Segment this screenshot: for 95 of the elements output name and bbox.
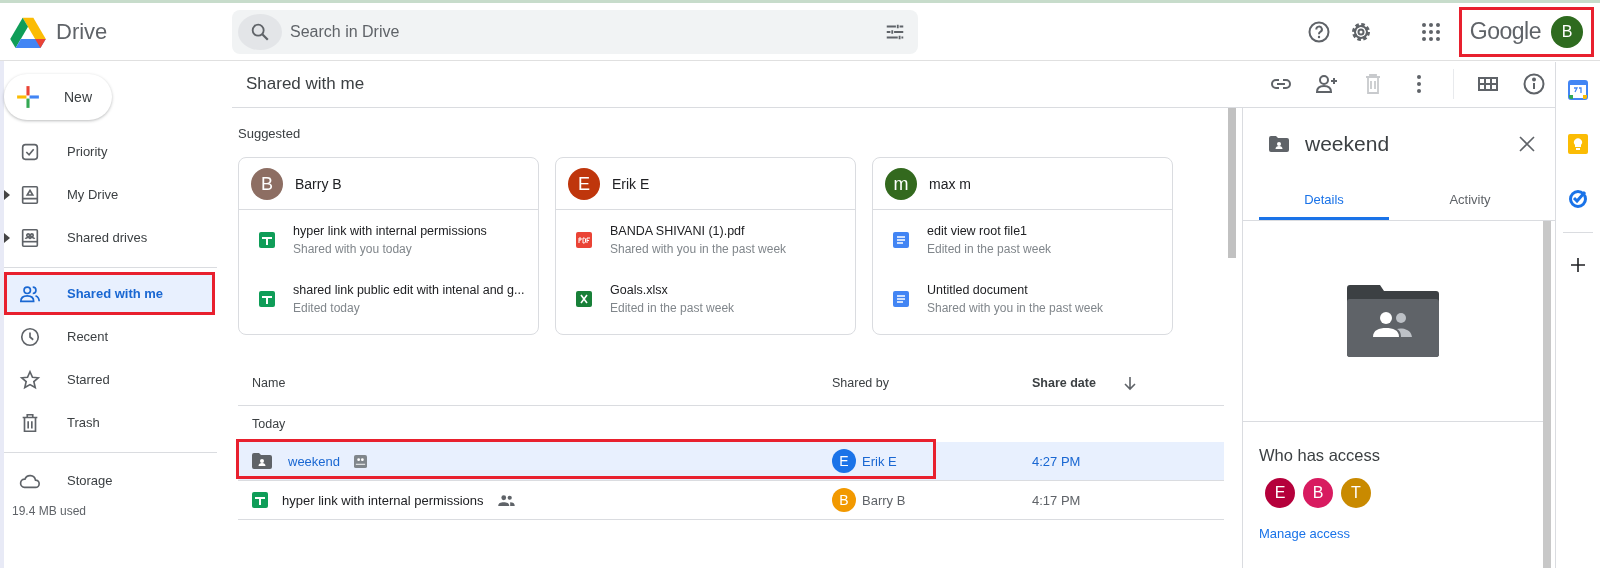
section-title: Who has access [1259, 446, 1382, 465]
share-date: 4:27 PM [1032, 453, 1082, 469]
person-avatar: E [568, 168, 600, 200]
details-tab[interactable]: Activity [1405, 180, 1535, 220]
spreadsheet-icon [259, 231, 275, 248]
suggested-file[interactable]: hyper link with internal permissions Shared with you today [239, 210, 538, 269]
new-button[interactable]: New [4, 74, 112, 120]
file-name: hyper link with internal permissions [293, 223, 487, 238]
pdf-file-icon [576, 231, 592, 248]
owner-avatar: E [832, 449, 856, 473]
file-name: BANDA SHIVANI (1).pdf [610, 223, 746, 238]
google-wordmark: Google [1469, 18, 1541, 45]
nav-item[interactable]: Shared with me [4, 272, 215, 315]
details-title: weekend [1305, 132, 1390, 156]
drive-icon [19, 183, 41, 206]
nav-item[interactable]: Priority [4, 130, 215, 173]
plus-icon [14, 83, 42, 111]
person-name: max m [929, 176, 971, 192]
nav-item[interactable]: Recent [4, 315, 215, 358]
owner-name: Erik E [862, 453, 897, 469]
star-icon [19, 368, 41, 391]
calendar-icon[interactable] [1568, 80, 1588, 100]
file-name: Goals.xlsx [610, 282, 669, 297]
section-title: Suggested [238, 126, 302, 141]
suggested-file[interactable]: edit view root file1 Edited in the past week [873, 210, 1172, 269]
spreadsheet-icon [252, 492, 268, 508]
storage-usage: 19.4 MB used [11, 504, 88, 518]
person-avatar: B [251, 168, 283, 200]
expand-arrow-icon[interactable] [4, 232, 10, 243]
share-date: 4:17 PM [1032, 492, 1082, 508]
close-icon[interactable] [1519, 136, 1535, 152]
document-icon [893, 290, 909, 307]
check-circle-icon[interactable] [1568, 188, 1588, 208]
person-avatar[interactable]: B [1303, 478, 1333, 508]
file-name: Untitled document [927, 282, 1029, 297]
column-header[interactable]: Share date [1032, 376, 1122, 390]
shared-folder-icon [1269, 136, 1289, 152]
file-name: edit view root file1 [927, 223, 1029, 238]
people-icon [497, 494, 515, 506]
apps-grid-icon[interactable] [1420, 21, 1441, 42]
file-activity: Edited in the past week [610, 300, 735, 315]
storage-item[interactable]: Storage [4, 459, 215, 502]
group-label: Today [251, 416, 287, 433]
file-activity: Shared with you in the past week [610, 241, 787, 256]
file-activity: Edited in the past week [927, 241, 1052, 256]
add-person-icon[interactable] [1315, 72, 1339, 96]
owner-avatar: B [832, 488, 856, 512]
spreadsheet-icon [259, 290, 275, 307]
file-row[interactable]: weekend E Erik E 4:27 PM [238, 442, 1224, 481]
person-name: Barry B [295, 176, 342, 192]
manage-access-link[interactable]: Manage access [1259, 526, 1351, 541]
shared-drive-icon [354, 454, 368, 468]
nav-item[interactable]: Starred [4, 358, 215, 401]
suggestion-card[interactable]: E Erik E BANDA SHIVANI (1).pdf Shared with you in the past week Goals.xlsx Edited in the past week [555, 157, 856, 335]
expand-arrow-icon[interactable] [4, 189, 10, 200]
document-icon [893, 231, 909, 248]
suggested-file[interactable]: shared link public edit with intenal and g... Edited today [239, 269, 538, 328]
sort-arrow-icon[interactable] [1122, 375, 1138, 391]
suggested-file[interactable]: BANDA SHIVANI (1).pdf Shared with you in the past week [556, 210, 855, 269]
suggestion-card[interactable]: B Barry B hyper link with internal permissions Shared with you today shared link public edit with intenal and g... Edited today [238, 157, 539, 335]
account-avatar[interactable]: B [1551, 15, 1583, 48]
clock-icon [19, 325, 41, 348]
file-row[interactable]: hyper link with internal permissions B Barry B 4:17 PM [238, 481, 1224, 520]
column-header[interactable]: Name [252, 376, 832, 390]
scrollbar[interactable] [1543, 221, 1551, 568]
file-name: shared link public edit with intenal and g... [293, 282, 525, 297]
details-tab[interactable]: Details [1259, 180, 1389, 220]
file-name: hyper link with internal permissions [282, 492, 484, 508]
search-bar[interactable]: Search in Drive [232, 9, 918, 54]
shared-drives-icon [19, 226, 41, 249]
file-activity: Edited today [293, 300, 361, 315]
excel-file-icon [576, 290, 592, 307]
file-name: weekend [288, 453, 341, 469]
suggestion-card[interactable]: m max m edit view root file1 Edited in the past week Untitled document Shared with you in the past week [872, 157, 1173, 335]
person-avatar[interactable]: E [1265, 478, 1295, 508]
search-field[interactable]: Search in Drive [282, 21, 884, 42]
file-activity: Shared with you in the past week [927, 300, 1104, 315]
suggested-file[interactable]: Goals.xlsx Edited in the past week [556, 269, 855, 328]
search-icon[interactable] [238, 13, 282, 50]
page-title: Shared with me [246, 74, 365, 94]
person-avatar: m [885, 168, 917, 200]
column-header[interactable]: Shared by [832, 376, 1032, 390]
nav-item[interactable]: Shared drives [4, 216, 215, 259]
file-activity: Shared with you today [293, 241, 413, 256]
drive-logo-icon [10, 15, 46, 48]
info-icon[interactable] [1522, 72, 1546, 96]
owner-name: Barry B [862, 492, 906, 508]
product-name: Drive [56, 18, 108, 45]
person-name: Erik E [612, 176, 650, 192]
add-icon[interactable] [1570, 257, 1586, 273]
suggested-file[interactable]: Untitled document Shared with you in the past week [873, 269, 1172, 328]
shared-folder-icon [252, 453, 272, 469]
help-icon[interactable] [1306, 19, 1331, 44]
nav-item[interactable]: Trash [4, 401, 215, 444]
nav-item[interactable]: My Drive [4, 173, 215, 216]
